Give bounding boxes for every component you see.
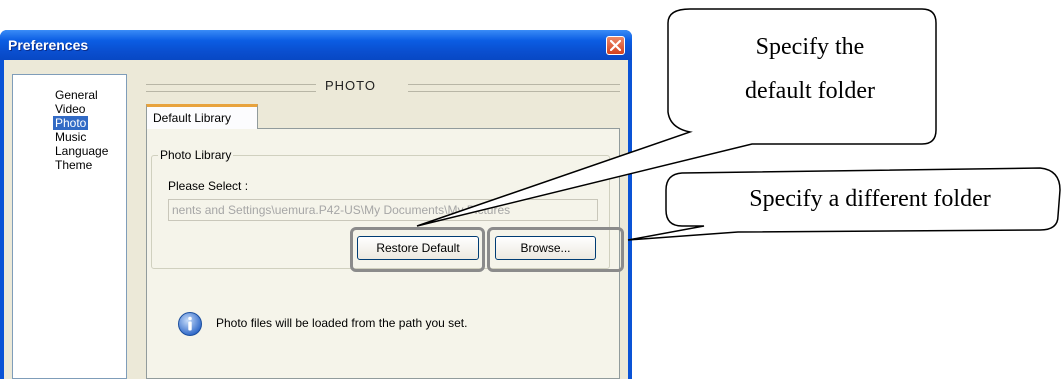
callout-top-line1: Specify the <box>755 34 865 60</box>
callout-right-text: Specify a different folder <box>749 186 991 212</box>
callout-top-line2: default folder <box>745 78 875 104</box>
